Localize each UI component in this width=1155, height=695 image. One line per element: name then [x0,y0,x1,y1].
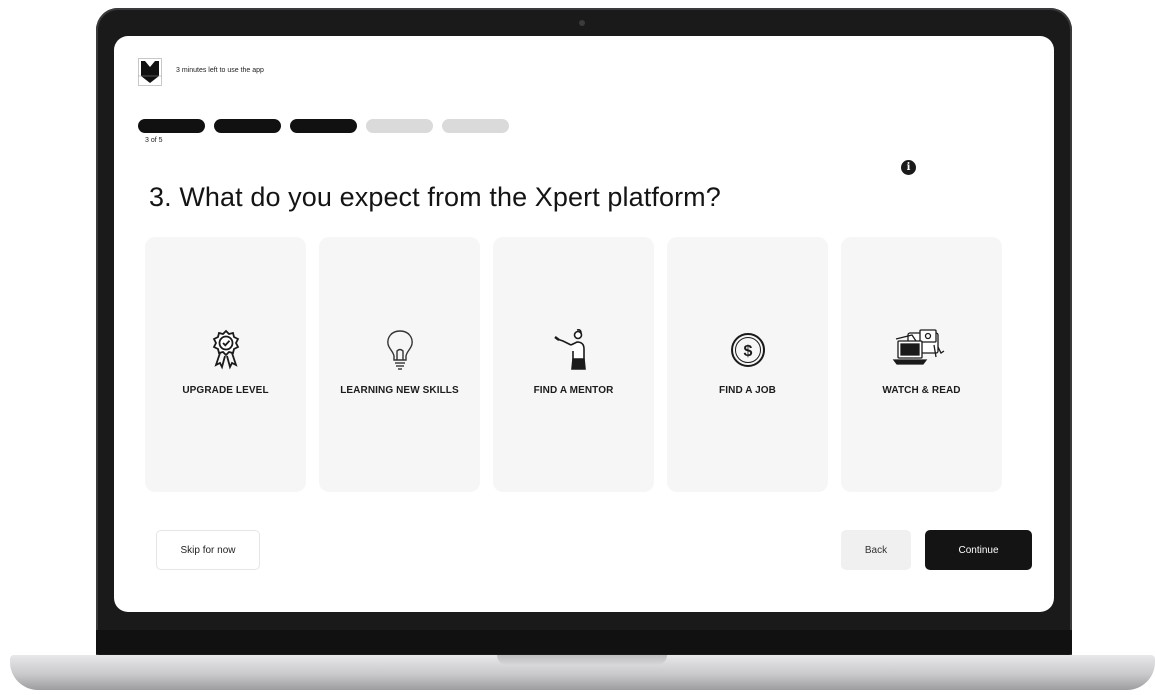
dollar-coin-icon: $ [725,327,771,373]
progress-segment-2 [214,119,281,133]
option-label: FIND A JOB [719,385,776,396]
svg-text:$: $ [743,343,752,360]
option-label: FIND A MENTOR [533,385,614,396]
skip-button[interactable]: Skip for now [156,530,260,570]
camera-dot [579,20,585,26]
question-title: 3. What do you expect from the Xpert pla… [149,182,721,212]
laptop-base-notch [497,655,667,665]
option-card-upgrade-level[interactable]: UPGRADE LEVEL [145,237,306,492]
option-label: WATCH & READ [882,385,961,396]
progress-segment-1 [138,119,205,133]
timer-text: 3 minutes left to use the app [176,67,264,74]
option-card-find-a-mentor[interactable]: FIND A MENTOR [493,237,654,492]
continue-button[interactable]: Continue [925,530,1032,570]
option-card-find-a-job[interactable]: $ FIND A JOB [667,237,828,492]
progress-segment-5 [442,119,509,133]
lightbulb-icon [377,327,423,373]
award-badge-icon [203,327,249,373]
media-devices-icon [892,327,952,373]
option-card-watch-and-read[interactable]: WATCH & READ [841,237,1002,492]
back-button[interactable]: Back [841,530,911,570]
progress-bar [138,119,509,133]
laptop-bezel-bottom [96,630,1072,654]
progress-segment-3 [290,119,357,133]
option-label: UPGRADE LEVEL [182,385,269,396]
step-counter: 3 of 5 [145,137,163,144]
app-logo-icon [138,58,162,86]
option-label: LEARNING NEW SKILLS [340,385,459,396]
mentor-person-icon [551,327,597,373]
app-screen: 3 minutes left to use the app 3 of 5 i 3… [114,36,1054,612]
option-cards: UPGRADE LEVEL LEARNING NEW SKILLS FIND A… [145,237,1002,492]
progress-segment-4 [366,119,433,133]
option-card-learning-new-skills[interactable]: LEARNING NEW SKILLS [319,237,480,492]
info-icon[interactable]: i [901,160,916,175]
